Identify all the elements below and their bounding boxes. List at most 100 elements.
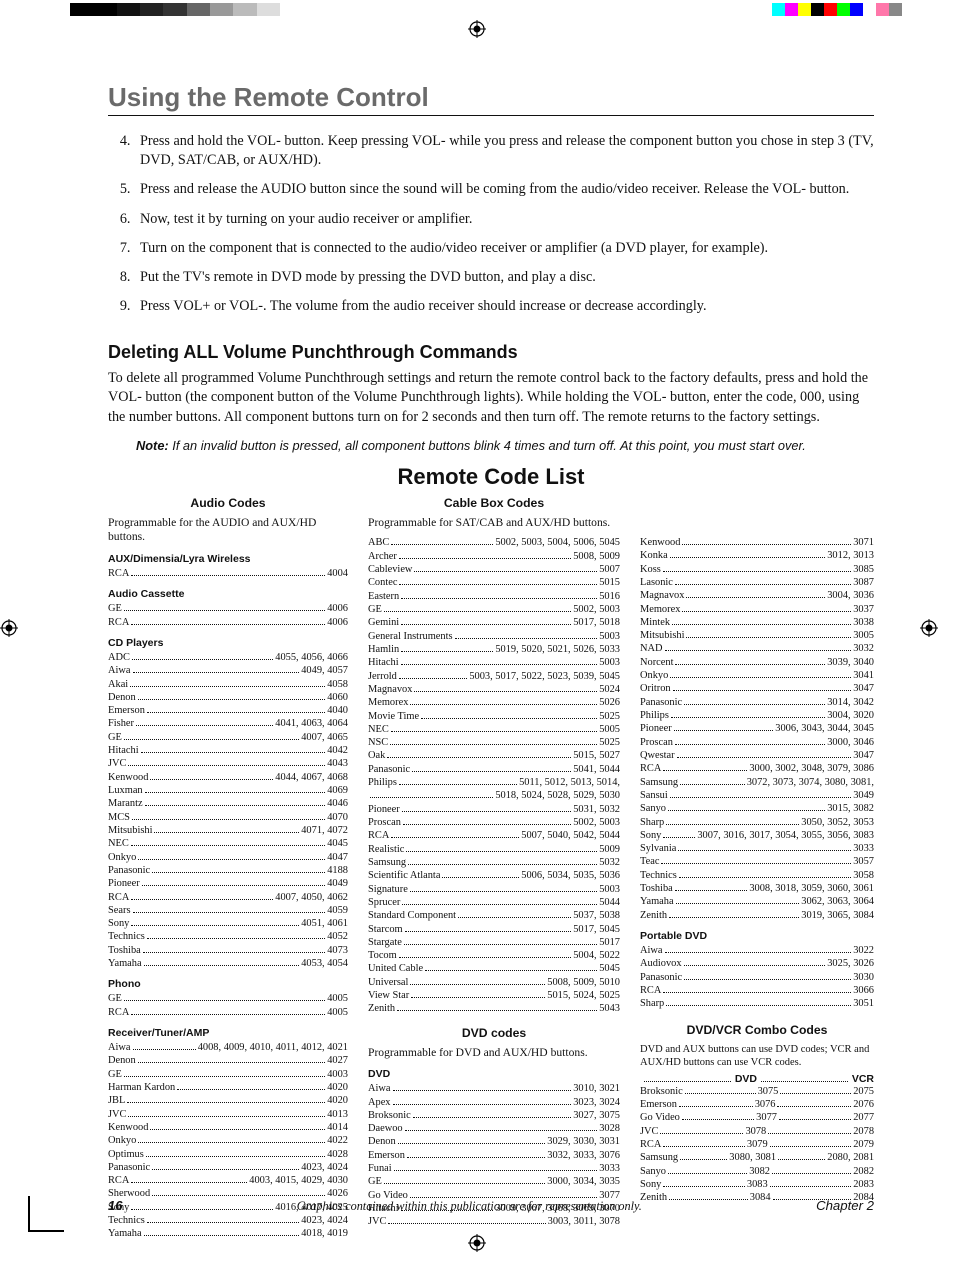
combo-row: Sony30832083 [640,1178,874,1191]
code-row: Marantz4046 [108,797,348,810]
code-row: Universal5008, 5009, 5010 [368,976,620,989]
code-row: RCA4005 [108,1006,348,1019]
code-row: Mitsubishi3005 [640,629,874,642]
crop-mark-bl [28,1196,64,1232]
combo-head-dvd: DVD [735,1073,757,1085]
code-row: Luxman4069 [108,784,348,797]
code-row: MCS4070 [108,811,348,824]
code-row: 5018, 5024, 5028, 5029, 5030 [368,789,620,802]
code-row: RCA4006 [108,616,348,629]
code-row: Scientific Atlanta5006, 5034, 5035, 5036 [368,869,620,882]
code-row: RCA3066 [640,984,874,997]
code-row: Panasonic4023, 4024 [108,1161,348,1174]
code-row: Harman Kardon4020 [108,1081,348,1094]
code-row: Oak5015, 5027 [368,749,620,762]
step-item: Put the TV's remote in DVD mode by press… [134,268,874,287]
registration-mark-top [468,20,486,38]
code-row: Aiwa3010, 3021 [368,1082,620,1095]
code-row: United Cable5045 [368,962,620,975]
code-row: NSC5025 [368,736,620,749]
code-row: Denon3029, 3030, 3031 [368,1135,620,1148]
code-row: Proscan3000, 3046 [640,736,874,749]
code-row: Sprucer5044 [368,896,620,909]
code-row: Hamlin5019, 5020, 5021, 5026, 5033 [368,643,620,656]
code-row: Audiovox3025, 3026 [640,957,874,970]
code-row: Memorex5026 [368,696,620,709]
code-row: Philips5011, 5012, 5013, 5014, [368,776,620,789]
code-row: Sanyo3015, 3082 [640,802,874,815]
code-row: GE4005 [108,992,348,1005]
combo-row: JVC30782078 [640,1125,874,1138]
code-row: Sony4051, 4061 [108,917,348,930]
code-row: RCA5007, 5040, 5042, 5044 [368,829,620,842]
dvd-codes-heading: DVD codes [368,1026,620,1040]
code-row: Realistic5009 [368,843,620,856]
code-row: RCA4004 [108,567,348,580]
code-row: JVC4043 [108,757,348,770]
code-row: Apex3023, 3024 [368,1096,620,1109]
code-row: Tocom5004, 5022 [368,949,620,962]
code-row: Hitachi4042 [108,744,348,757]
dvd-codes-note: Programmable for DVD and AUX/HD buttons. [368,1046,620,1060]
step-item: Now, test it by turning on your audio re… [134,210,874,229]
code-row: Sansui3049 [640,789,874,802]
code-row: Technics3058 [640,869,874,882]
code-row: Proscan5002, 5003 [368,816,620,829]
code-row: GE4007, 4065 [108,731,348,744]
middle-column: Cable Box Codes Programmable for SAT/CAB… [368,492,620,1241]
code-row: Onkyo4022 [108,1134,348,1147]
code-row: NAD3032 [640,642,874,655]
step-item: Press VOL+ or VOL-. The volume from the … [134,297,874,316]
code-row: Kenwood4044, 4067, 4068 [108,771,348,784]
code-row: Technics4052 [108,930,348,943]
code-row: Signature5003 [368,883,620,896]
code-row: View Star5015, 5024, 5025 [368,989,620,1002]
code-row: Cableview5007 [368,563,620,576]
audio-group-head: Audio Cassette [108,588,348,600]
code-row: Onkyo3041 [640,669,874,682]
combo-head-vcr: VCR [852,1073,874,1085]
code-row: Archer5008, 5009 [368,550,620,563]
code-row: Samsung3072, 3073, 3074, 3080, 3081, [640,776,874,789]
code-row: RCA3000, 3002, 3048, 3079, 3086 [640,762,874,775]
code-row: JVC4013 [108,1108,348,1121]
subsection-body: To delete all programmed Volume Punchthr… [108,369,874,427]
combo-note: DVD and AUX buttons can use DVD codes; V… [640,1043,874,1069]
code-row: Panasonic4188 [108,864,348,877]
audio-codes-note: Programmable for the AUDIO and AUX/HD bu… [108,516,348,545]
code-row: RCA4007, 4050, 4062 [108,891,348,904]
code-row: Oritron3047 [640,682,874,695]
code-row: Technics4023, 4024 [108,1214,348,1227]
code-row: Starcom5017, 5045 [368,923,620,936]
registration-mark-left [0,619,34,653]
code-row: Denon4027 [108,1054,348,1067]
code-row: Yamaha4053, 4054 [108,957,348,970]
code-row: Mitsubishi4071, 4072 [108,824,348,837]
code-row: Panasonic3014, 3042 [640,696,874,709]
code-row: Panasonic3030 [640,971,874,984]
audio-group-head: AUX/Dimensia/Lyra Wireless [108,553,348,565]
code-row: Samsung5032 [368,856,620,869]
code-row: Mintek3038 [640,616,874,629]
audio-codes-column: Audio Codes Programmable for the AUDIO a… [108,492,348,1241]
code-row: Gemini5017, 5018 [368,616,620,629]
code-row: Sylvania3033 [640,842,874,855]
portable-dvd-head: Portable DVD [640,930,874,942]
combo-row: Sanyo30822082 [640,1165,874,1178]
code-row: General Instruments5003 [368,630,620,643]
code-row: Stargate5017 [368,936,620,949]
code-row: Fisher4041, 4063, 4064 [108,717,348,730]
code-row: Magnavox5024 [368,683,620,696]
combo-row: Emerson30762076 [640,1098,874,1111]
code-row: Eastern5016 [368,590,620,603]
chapter-title: Using the Remote Control [108,82,874,116]
chapter-label: Chapter 2 [816,1198,874,1213]
audio-group-head: CD Players [108,637,348,649]
note-label: Note: [136,438,169,453]
right-column: Kenwood3071Konka3012, 3013Koss3085Lasoni… [640,492,874,1241]
cable-box-heading: Cable Box Codes [368,496,620,510]
code-row: Sears4059 [108,904,348,917]
step-item: Turn on the component that is connected … [134,239,874,258]
step-item: Press and hold the VOL- button. Keep pre… [134,132,874,170]
note-body: If an invalid button is pressed, all com… [172,438,806,453]
